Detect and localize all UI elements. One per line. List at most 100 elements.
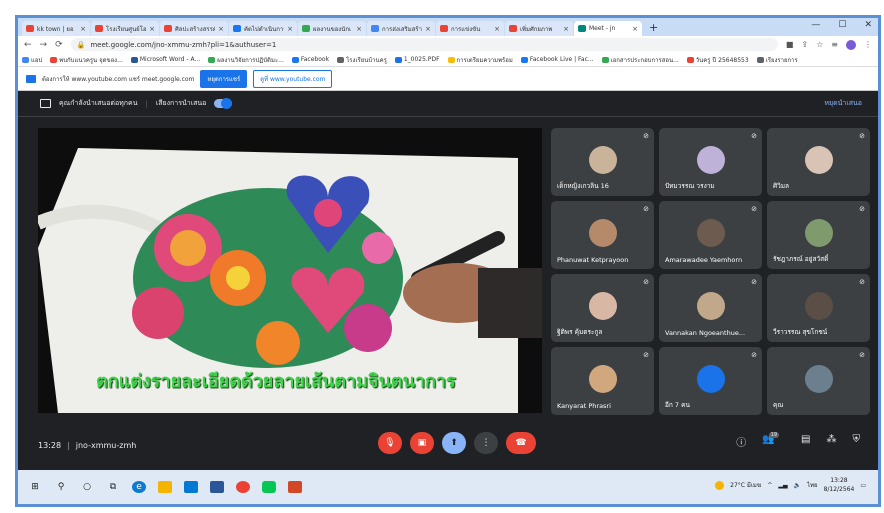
browser-tab[interactable]: การแข่งขัน × [436,21,504,36]
bookmark-favicon-icon [130,56,138,63]
participant-tile[interactable]: ⊘ ศิวิมล [767,128,870,196]
participant-count-badge: 19 [768,432,780,438]
participant-avatar [804,146,833,174]
bookmark-item[interactable]: พบกับแนวครูน จุดของ... [50,55,123,65]
share-icon[interactable]: ⇪ [801,40,808,49]
separator: | [67,440,70,450]
tab-favicon-icon [302,25,310,32]
more-options-icon[interactable]: ⋮ [474,432,498,454]
meeting-time: 13:28 [38,440,62,450]
participant-tile[interactable]: ⊘ Phanuwat Ketprayoon [551,201,654,269]
weather-text[interactable]: 27°C มีเมฆ [730,480,761,490]
file-explorer-icon[interactable] [158,481,172,493]
host-controls-icon[interactable]: ⛨ [853,434,861,449]
view-tab-button[interactable]: ดูที่ www.youtube.com [253,69,333,88]
browser-tab[interactable]: ศิลปะสร้างสรรค์ × [160,21,228,36]
bookmark-item[interactable]: ผลงานวิจัยการปฏิบัติมะ... [208,55,284,65]
profile-avatar[interactable] [846,39,856,50]
participant-tile[interactable]: ⊘ Kanyarat Phrasri [551,347,654,415]
participant-tile[interactable]: ⊘ วีราวรรณ สุขโกชน์ [767,274,870,342]
browser-tab[interactable]: kk town | ยอ × [22,21,90,36]
participant-tile[interactable]: ⊘ เด็กหญิงเกวลิน 16 [551,128,654,196]
word-icon[interactable] [210,481,224,493]
tab-close-icon[interactable]: × [149,25,155,33]
bookmark-favicon-icon [337,56,345,63]
bookmark-item[interactable]: โรงเรียนบ้านครู [337,55,387,65]
star-icon[interactable]: ☆ [816,40,823,49]
windows-start-icon[interactable]: ⊞ [28,481,42,493]
present-now-icon[interactable]: ⬆ [442,432,466,454]
network-icon[interactable]: ▂▄ [778,482,787,489]
tab-label: ผลงานของนักเ [313,25,352,33]
bookmark-item[interactable]: วันครู ปี 25648553 [686,55,749,65]
minimize-icon[interactable]: — [811,20,820,30]
browser-tab[interactable]: การส่งเสริมสร้าง × [367,21,435,36]
tab-close-icon[interactable]: × [632,25,638,33]
bookmark-item[interactable]: Facebook [291,56,329,63]
presentation-audio-toggle[interactable] [214,98,233,109]
tab-close-icon[interactable]: × [356,25,362,33]
powerpoint-icon[interactable] [288,481,302,493]
participant-tile[interactable]: ⊘ Amarawadee Yaemhorn [659,201,762,269]
browser-tab[interactable]: Meet - jn × [574,21,642,36]
volume-icon[interactable]: 🔈 [794,482,801,489]
camera-off-icon[interactable]: ▣ [410,432,434,454]
bookmark-item[interactable]: การเตรียมความพร้อม [447,55,513,65]
new-tab-button[interactable]: + [649,21,658,36]
leave-call-icon[interactable]: ☎ [506,432,536,454]
search-icon[interactable]: ⚲ [54,481,68,493]
tab-close-icon[interactable]: × [494,25,500,33]
task-view-icon[interactable]: ⧉ [106,481,120,493]
bookmark-item[interactable]: 1_0025.PDF [394,56,440,63]
activities-icon[interactable]: ⁂ [827,434,837,449]
chat-icon[interactable]: ▤ [801,434,810,449]
browser-tab[interactable]: โรงเรียนศูนย์โฮ × [91,21,159,36]
tab-favicon-icon [233,25,241,32]
bookmark-item[interactable]: แอป [22,55,42,65]
bookmark-item[interactable]: Microsoft Word - A... [130,56,200,63]
bookmark-item[interactable]: เรียงรายการ [756,55,798,65]
stop-presenting-button[interactable]: หยุดนำเสนอ [824,98,862,109]
language-indicator[interactable]: ไทย [807,480,818,490]
participant-tile[interactable]: ⊘ คุณ [767,347,870,415]
participant-tile[interactable]: ⊘ Vannakan Ngoeanthue... [659,274,762,342]
back-icon[interactable]: ← [24,40,32,50]
tab-close-icon[interactable]: × [563,25,569,33]
stop-sharing-button[interactable]: หยุดการแชร์ [200,69,248,88]
bookmark-item[interactable]: Facebook Live | Fac... [520,56,594,63]
chrome-icon[interactable] [236,481,250,493]
notifications-icon[interactable]: ▭ [860,482,866,489]
reload-icon[interactable]: ⟳ [55,40,63,50]
participant-tile[interactable]: ⊘ รัชฎาภรณ์ อยู่สวัสดิ์ [767,201,870,269]
mic-off-icon[interactable]: 🎙 [378,432,402,454]
tray-chevron-icon[interactable]: ^ [767,482,772,489]
tab-close-icon[interactable]: × [425,25,431,33]
info-icon[interactable]: ⓘ [736,434,746,449]
people-icon[interactable]: 👥19 [762,432,785,449]
cortana-icon[interactable]: ○ [80,481,94,493]
store-icon[interactable] [184,481,198,493]
browser-tab[interactable]: เพิ่มศักยภาพ × [505,21,573,36]
bookmark-item[interactable]: เอกสารประกอบการสอน... [601,55,679,65]
participant-tile[interactable]: ⊘ ฐิติพร คุ้มตระกูล [551,274,654,342]
camera-icon[interactable]: ■ [786,40,794,49]
maximize-icon[interactable]: ☐ [838,20,846,30]
edge-icon[interactable]: e [132,481,146,493]
close-window-icon[interactable]: ✕ [864,20,872,30]
participant-tile[interactable]: ⊘ อีก 7 คน [659,347,762,415]
line-icon[interactable] [262,481,276,493]
extensions-icon[interactable]: ≡ [831,40,838,49]
tab-close-icon[interactable]: × [80,25,86,33]
browser-tab[interactable]: ผลงานของนักเ × [298,21,366,36]
muted-mic-icon: ⊘ [751,278,757,286]
participant-tile[interactable]: ⊘ ปัทมวรรณ วรงาม [659,128,762,196]
forward-icon[interactable]: → [40,40,48,50]
screenshot-frame: kk town | ยอ × โรงเรียนศูนย์โฮ × ศิลปะสร้างส… [15,15,881,507]
menu-icon[interactable]: ⋮ [864,40,872,49]
address-bar[interactable]: 🔒 meet.google.com/jno-xmmu-zmh?pli=1&aut… [70,38,778,51]
browser-tab[interactable]: คัดไปดำเนินการ × [229,21,297,36]
tab-close-icon[interactable]: × [287,25,293,33]
tab-close-icon[interactable]: × [218,25,224,33]
taskbar-clock[interactable]: 13:28 8/12/2564 [824,476,855,494]
participant-name: เด็กหญิงเกวลิน 16 [557,182,609,190]
